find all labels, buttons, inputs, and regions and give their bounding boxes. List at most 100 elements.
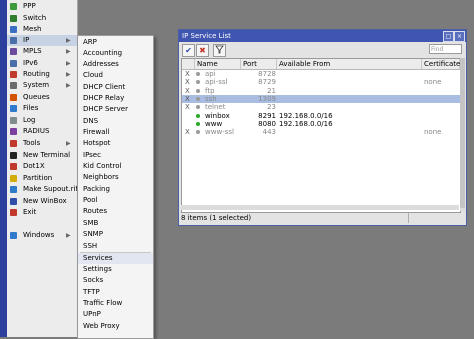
table-row[interactable]: Xapi-ssl 8729 none xyxy=(182,78,460,86)
submenu-item-accounting[interactable]: Accounting xyxy=(78,48,153,59)
cell-certificate xyxy=(424,70,460,78)
submenu-item-label: Packing xyxy=(83,185,110,193)
submenu-item-cloud[interactable]: Cloud xyxy=(78,70,153,81)
menu-item-windows[interactable]: Windows ▶ xyxy=(7,230,77,241)
menu-item-system[interactable]: System ▶ xyxy=(7,80,77,91)
submenu-item-label: DHCP Server xyxy=(83,105,128,113)
cell-flag: X xyxy=(185,86,190,95)
submenu-item-pool[interactable]: Pool xyxy=(78,195,153,206)
radius-icon xyxy=(10,128,17,135)
menu-item-dot1x[interactable]: Dot1X xyxy=(7,161,77,172)
table-row[interactable]: Xwww-ssl 443 none xyxy=(182,128,460,136)
submenu-item-settings[interactable]: Settings xyxy=(78,264,153,275)
submenu-item-smb[interactable]: SMB xyxy=(78,218,153,229)
menu-item-label: System xyxy=(23,81,50,89)
submenu-item-firewall[interactable]: Firewall xyxy=(78,127,153,138)
menu-item-new-winbox[interactable]: New WinBox xyxy=(7,196,77,207)
table-row[interactable]: Xtelnet 23 xyxy=(182,103,460,111)
submenu-item-hotspot[interactable]: Hotspot xyxy=(78,138,153,149)
header-certificate[interactable]: Certificate xyxy=(422,59,460,69)
menu-item-mpls[interactable]: MPLS ▶ xyxy=(7,46,77,57)
submenu-separator xyxy=(80,252,151,253)
disable-button[interactable]: ✖ xyxy=(196,44,209,57)
submenu-item-routes[interactable]: Routes xyxy=(78,206,153,217)
submenu-item-dhcp-client[interactable]: DHCP Client xyxy=(78,82,153,93)
menu-item-ipv6[interactable]: IPv6 ▶ xyxy=(7,58,77,69)
submenu-item-web-proxy[interactable]: Web Proxy xyxy=(78,321,153,332)
vertical-scrollbar[interactable] xyxy=(460,58,465,211)
menu-item-mesh[interactable]: Mesh xyxy=(7,24,77,35)
scroll-thumb[interactable] xyxy=(460,58,465,208)
submenu-item-dns[interactable]: DNS xyxy=(78,116,153,127)
window-titlebar[interactable]: IP Service List □ × xyxy=(179,30,466,42)
queues-icon xyxy=(10,94,17,101)
header-name[interactable]: Name xyxy=(195,59,241,69)
filter-icon[interactable] xyxy=(213,44,226,57)
header-flag[interactable] xyxy=(182,59,195,69)
cell-name: api xyxy=(205,70,216,78)
maximize-icon[interactable]: □ xyxy=(443,31,454,42)
menu-item-new-terminal[interactable]: New Terminal xyxy=(7,150,77,161)
table-row[interactable]: Xapi 8728 xyxy=(182,70,460,78)
menu-item-log[interactable]: Log xyxy=(7,115,77,126)
menu-item-ppp[interactable]: PPP xyxy=(7,1,77,12)
menu-item-queues[interactable]: Queues xyxy=(7,92,77,103)
header-port[interactable]: Port xyxy=(241,59,277,69)
table-row[interactable]: www 8080 192.168.0.0/16 xyxy=(182,120,460,128)
menu-item-label: Switch xyxy=(23,14,47,22)
log-icon xyxy=(10,117,17,124)
submenu-item-packing[interactable]: Packing xyxy=(78,184,153,195)
enable-button[interactable]: ✔ xyxy=(182,44,195,57)
submenu-item-kid-control[interactable]: Kid Control xyxy=(78,161,153,172)
menu-item-make-supout-rif[interactable]: Make Supout.rif xyxy=(7,184,78,195)
submenu-item-ssh[interactable]: SSH xyxy=(78,241,153,252)
menu-item-label: RADIUS xyxy=(23,127,50,135)
cell-certificate: none xyxy=(424,128,442,137)
submenu-item-arp[interactable]: ARP xyxy=(78,37,153,48)
menu-item-tools[interactable]: Tools ▶ xyxy=(7,138,77,149)
submenu-item-services[interactable]: Services xyxy=(78,253,153,264)
submenu-item-label: Traffic Flow xyxy=(83,299,123,307)
horizontal-scrollbar[interactable] xyxy=(181,205,459,210)
table-row[interactable]: Xftp 21 xyxy=(182,87,460,95)
header-available-from[interactable]: Available From xyxy=(277,59,422,69)
menu-item-switch[interactable]: Switch xyxy=(7,13,77,24)
menu-item-label: Partition xyxy=(23,174,53,182)
cell-name: ftp xyxy=(205,86,215,95)
submenu-item-ipsec[interactable]: IPsec xyxy=(78,150,153,161)
chevron-right-icon: ▶ xyxy=(66,71,71,78)
submenu-item-neighbors[interactable]: Neighbors xyxy=(78,172,153,183)
submenu-item-snmp[interactable]: SNMP xyxy=(78,229,153,240)
status-text: 8 items (1 selected) xyxy=(181,214,252,222)
toolbar: ✔ ✖ Find xyxy=(179,43,466,58)
disabled-status-icon xyxy=(196,96,200,101)
menu-item-ip[interactable]: IP ▶ xyxy=(7,35,77,46)
menu-item-routing[interactable]: Routing ▶ xyxy=(7,69,77,80)
submenu-item-traffic-flow[interactable]: Traffic Flow xyxy=(78,298,153,309)
submenu-item-label: SNMP xyxy=(83,230,103,238)
cell-port: 8729 xyxy=(258,78,276,87)
chevron-right-icon: ▶ xyxy=(66,232,71,239)
find-input[interactable]: Find xyxy=(429,44,462,54)
menu-item-exit[interactable]: Exit xyxy=(7,207,77,218)
close-icon[interactable]: × xyxy=(454,31,465,42)
menu-item-label: IP xyxy=(23,36,30,44)
submenu-item-label: Hotspot xyxy=(83,139,111,147)
submenu-item-dhcp-server[interactable]: DHCP Server xyxy=(78,104,153,115)
menu-item-radius[interactable]: RADIUS xyxy=(7,126,77,137)
cell-name: api-ssl xyxy=(205,78,228,87)
submenu-item-socks[interactable]: Socks xyxy=(78,275,153,286)
submenu-item-label: Cloud xyxy=(83,71,103,79)
submenu-item-tftp[interactable]: TFTP xyxy=(78,287,153,298)
submenu-item-label: DHCP Relay xyxy=(83,94,125,102)
menu-item-files[interactable]: Files xyxy=(7,103,77,114)
chevron-right-icon: ▶ xyxy=(66,82,71,89)
table-row[interactable]: winbox 8291 192.168.0.0/16 xyxy=(182,112,460,120)
submenu-item-upnp[interactable]: UPnP xyxy=(78,309,153,320)
submenu-item-dhcp-relay[interactable]: DHCP Relay xyxy=(78,93,153,104)
cell-available-from xyxy=(279,78,421,86)
table-row[interactable]: Xssh 1309 xyxy=(182,94,460,103)
submenu-item-addresses[interactable]: Addresses xyxy=(78,59,153,70)
menu-item-partition[interactable]: Partition xyxy=(7,173,77,184)
mesh-icon xyxy=(10,26,17,33)
